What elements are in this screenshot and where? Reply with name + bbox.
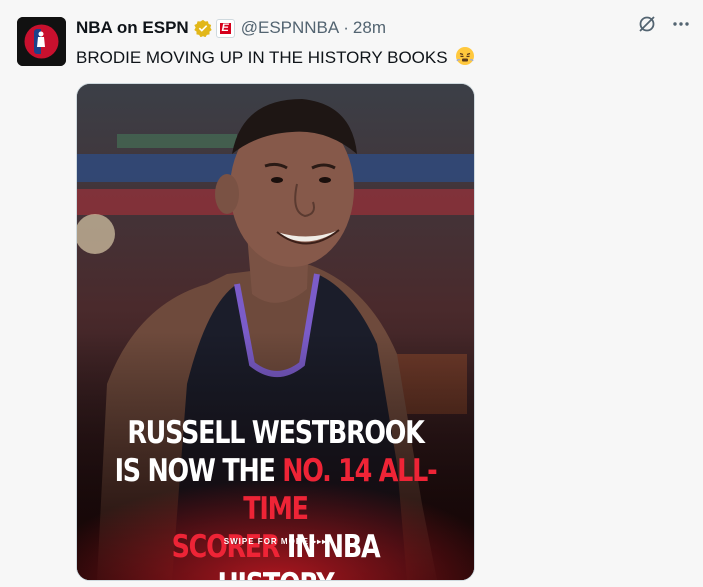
affiliate-badge-letter: E [219, 22, 231, 34]
separator: · [343, 18, 349, 37]
headline-line-2: IS NOW THE NO. 14 ALL-TIME [113, 452, 439, 528]
headline: RUSSELL WESTBROOK IS NOW THE NO. 14 ALL-… [113, 414, 439, 580]
nba-espn-logo [17, 17, 66, 66]
verified-badge-icon[interactable] [194, 19, 212, 37]
headline-line-3-red: SCORER [171, 529, 281, 565]
headline-line-2-white: IS NOW THE [114, 453, 283, 489]
huffing-face-emoji [455, 46, 475, 66]
more-options-icon[interactable] [671, 14, 691, 39]
timestamp[interactable]: 28m [353, 18, 386, 38]
tweet-header: NBA on ESPN E @ESPNNBA · 28m [76, 17, 386, 39]
tweet-actions [637, 14, 691, 39]
avatar[interactable] [17, 17, 66, 66]
tweet-media-image[interactable]: RUSSELL WESTBROOK IS NOW THE NO. 14 ALL-… [76, 83, 475, 581]
headline-line-1: RUSSELL WESTBROOK [127, 415, 425, 451]
handle[interactable]: @ESPNNBA [241, 18, 340, 38]
tweet-text: BRODIE MOVING UP IN THE HISTORY BOOKS [76, 46, 475, 68]
affiliate-badge-icon[interactable]: E [215, 18, 235, 38]
swipe-for-more-label: SWIPE FOR MORE ▸▸▸ [223, 537, 328, 546]
tweet-text-content: BRODIE MOVING UP IN THE HISTORY BOOKS [76, 48, 448, 67]
display-name[interactable]: NBA on ESPN [76, 18, 189, 38]
grok-icon[interactable] [637, 14, 657, 39]
headline-line-3: SCORER IN NBA HISTORY [113, 528, 439, 580]
